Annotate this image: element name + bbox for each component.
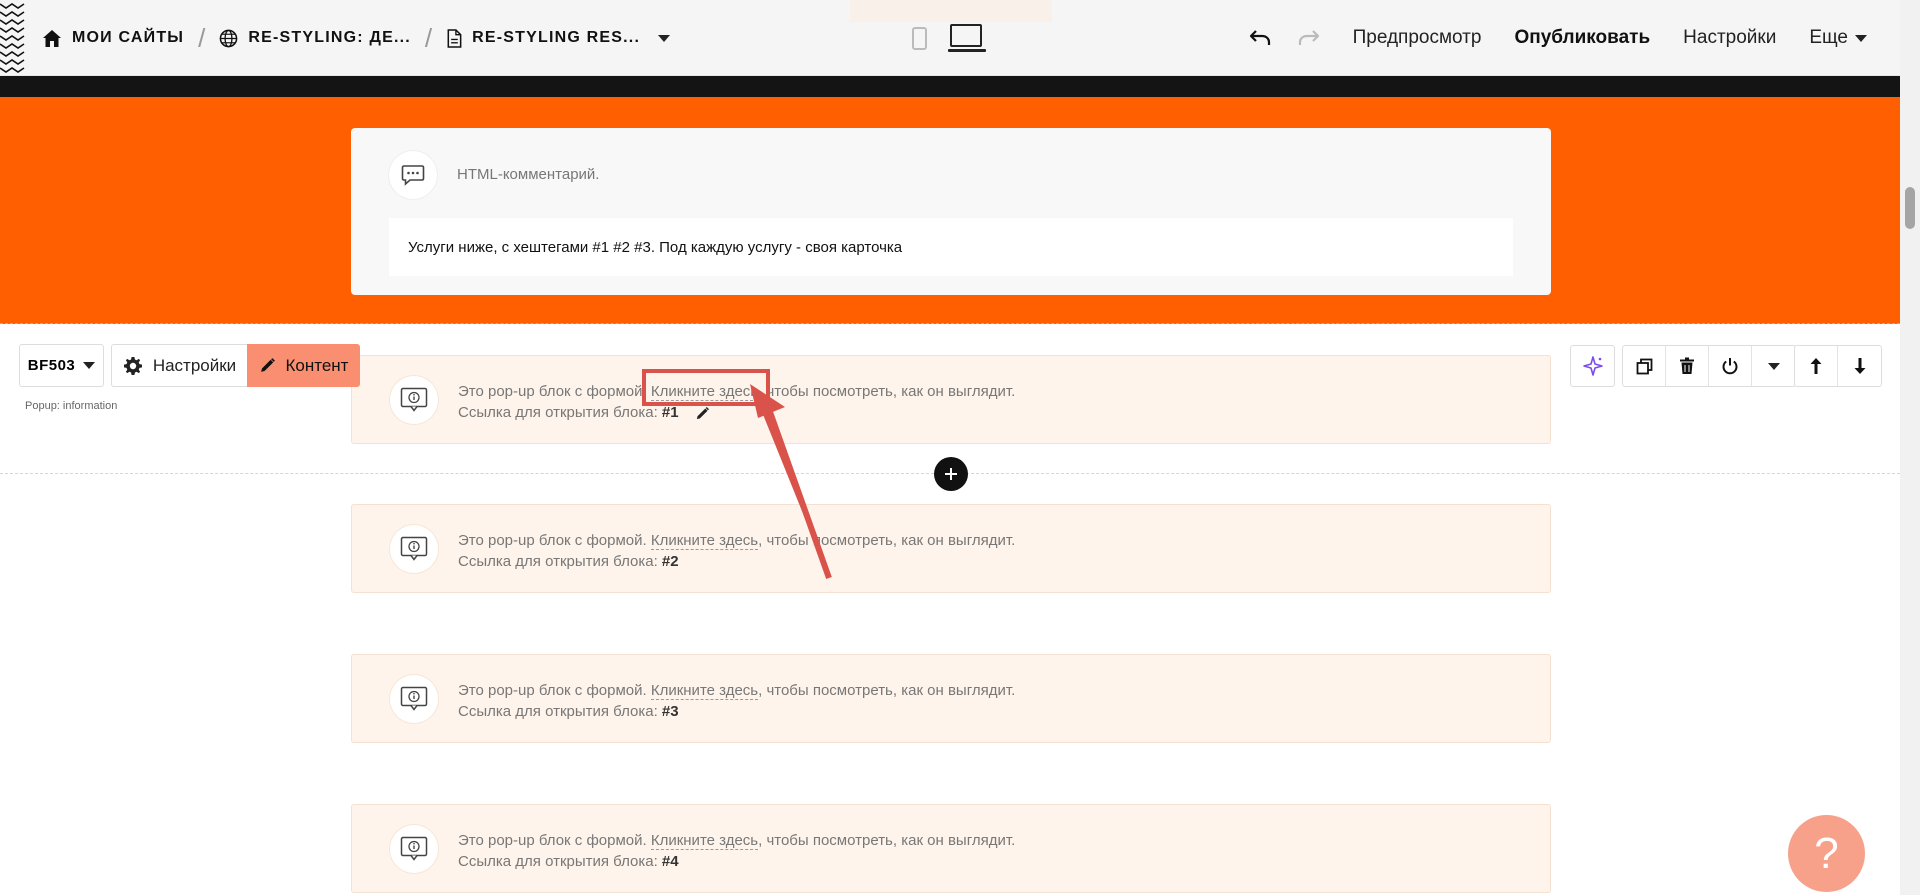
breadcrumb-my-sites-label: МОИ САЙТЫ: [72, 29, 185, 46]
popup-description: Это pop-up блок с формой. Кликните здесь…: [458, 530, 1015, 572]
popup-info-icon: [390, 675, 438, 723]
page-icon: [447, 28, 462, 48]
block-content-label: Контент: [285, 355, 349, 375]
arrow-up-icon[interactable]: [1795, 346, 1838, 386]
chevron-down-icon[interactable]: [1752, 346, 1795, 386]
ghost-tab-highlight: [850, 0, 1052, 22]
comment-text: Услуги ниже, с хештегами #1 #2 #3. Под к…: [389, 218, 1513, 276]
popup-description: Это pop-up блок с формой. Кликните здесь…: [458, 680, 1015, 722]
redo-icon[interactable]: [1298, 29, 1320, 47]
orange-section: HTML-комментарий. Услуги ниже, с хештега…: [0, 97, 1900, 324]
popup-info-icon: [390, 825, 438, 873]
top-bar: МОИ САЙТЫ / RE-STYLING: ДЕ... / RE-STYLI…: [0, 0, 1900, 76]
html-comment-block[interactable]: HTML-комментарий. Услуги ниже, с хештега…: [351, 128, 1551, 295]
brand-zigzag-logo: [0, 3, 25, 73]
popup-text-after: , чтобы посмотреть, как он выглядит.: [758, 832, 1016, 849]
sparkle-icon[interactable]: [1571, 346, 1614, 386]
popup-text-after: , чтобы посмотреть, как он выглядит.: [758, 682, 1016, 699]
arrow-down-icon[interactable]: [1838, 346, 1881, 386]
popup-ref-label: Ссылка для открытия блока:: [458, 553, 662, 570]
desktop-view-icon[interactable]: [948, 24, 986, 53]
popup-block-3[interactable]: Это pop-up блок с формой. Кликните здесь…: [351, 654, 1551, 743]
popup-text-before: Это pop-up блок с формой.: [458, 383, 651, 400]
popup-text-after: , чтобы посмотреть, как он выглядит.: [758, 532, 1016, 549]
popup-hash: #4: [661, 853, 679, 870]
move-group: [1794, 345, 1882, 387]
chevron-down-icon: [83, 362, 96, 369]
preview-link[interactable]: Предпросмотр: [1353, 27, 1482, 49]
block-settings-button[interactable]: Настройки: [111, 344, 247, 387]
popup-preview-link[interactable]: Кликните здесь: [650, 832, 759, 850]
comment-label: HTML-комментарий.: [457, 166, 600, 183]
popup-ref-label: Ссылка для открытия блока:: [458, 853, 662, 870]
device-switcher: [912, 24, 986, 53]
block-id-label: BF503: [27, 357, 76, 374]
more-menu[interactable]: Еще: [1809, 27, 1867, 49]
block-content-button[interactable]: Контент: [247, 344, 360, 387]
comment-dots-icon: [389, 151, 437, 199]
help-button[interactable]: ?: [1788, 815, 1865, 892]
settings-link[interactable]: Настройки: [1683, 27, 1776, 49]
undo-icon[interactable]: [1249, 29, 1271, 47]
chevron-down-icon: [1855, 34, 1867, 42]
header-strip: [0, 76, 1900, 97]
block-id-dropdown[interactable]: BF503: [19, 344, 104, 387]
breadcrumb-separator: /: [424, 22, 433, 53]
popup-text-before: Это pop-up блок с формой.: [458, 832, 651, 849]
page-scrollbar[interactable]: [1900, 0, 1920, 895]
plus-icon: [945, 468, 957, 480]
popup-text-before: Это pop-up блок с формой.: [458, 682, 651, 699]
mobile-view-icon[interactable]: [912, 27, 927, 50]
chevron-down-icon[interactable]: [658, 34, 671, 42]
pencil-icon: [260, 358, 275, 372]
popup-hash: #1: [661, 404, 679, 421]
popup-info-icon: [390, 525, 438, 573]
top-actions: Предпросмотр Опубликовать Настройки Еще: [1249, 0, 1867, 76]
globe-icon: [220, 29, 238, 47]
more-menu-label: Еще: [1809, 27, 1848, 48]
breadcrumb-separator: /: [198, 22, 206, 53]
popup-hash: #3: [661, 703, 679, 720]
popup-block-4[interactable]: Это pop-up блок с формой. Кликните здесь…: [351, 804, 1551, 893]
popup-preview-link[interactable]: Кликните здесь: [650, 682, 759, 700]
block-settings-label: Настройки: [152, 355, 237, 375]
popup-description: Это pop-up блок с формой. Кликните здесь…: [458, 830, 1015, 872]
breadcrumb-my-sites[interactable]: МОИ САЙТЫ: [42, 29, 184, 48]
popup-ref-label: Ссылка для открытия блока:: [458, 703, 662, 720]
breadcrumb-site[interactable]: RE-STYLING: ДЕ...: [219, 29, 410, 48]
popup-preview-link[interactable]: Кликните здесь: [650, 532, 759, 550]
duplicate-icon[interactable]: [1623, 346, 1666, 386]
popup-info-icon: [390, 376, 438, 424]
pencil-icon[interactable]: [695, 406, 710, 421]
popup-block-2[interactable]: Это pop-up блок с формой. Кликните здесь…: [351, 504, 1551, 593]
power-icon[interactable]: [1709, 346, 1752, 386]
gear-icon: [123, 356, 142, 375]
home-icon: [43, 29, 61, 47]
ai-tool-group: [1570, 345, 1615, 387]
popup-text-after: , чтобы посмотреть, как он выглядит.: [758, 383, 1016, 400]
popup-ref-label: Ссылка для открытия блока:: [458, 404, 662, 421]
breadcrumb-site-label: RE-STYLING: ДЕ...: [248, 29, 411, 46]
breadcrumb-page[interactable]: RE-STYLING RES...: [446, 28, 671, 48]
popup-block-1[interactable]: Это pop-up блок с формой. Кликните здесь…: [351, 355, 1551, 444]
block-actions-group: [1622, 345, 1796, 387]
breadcrumb: МОИ САЙТЫ / RE-STYLING: ДЕ... / RE-STYLI…: [42, 0, 671, 76]
trash-icon[interactable]: [1666, 346, 1709, 386]
popup-hash: #2: [661, 553, 679, 570]
block-caption: Popup: information: [25, 400, 118, 412]
add-block-button[interactable]: [934, 457, 968, 491]
scrollbar-thumb[interactable]: [1905, 187, 1915, 229]
annotation-highlight-box: [642, 369, 770, 406]
popup-text-before: Это pop-up блок с формой.: [458, 532, 651, 549]
breadcrumb-page-label: RE-STYLING RES...: [472, 29, 641, 46]
publish-button[interactable]: Опубликовать: [1514, 27, 1650, 49]
